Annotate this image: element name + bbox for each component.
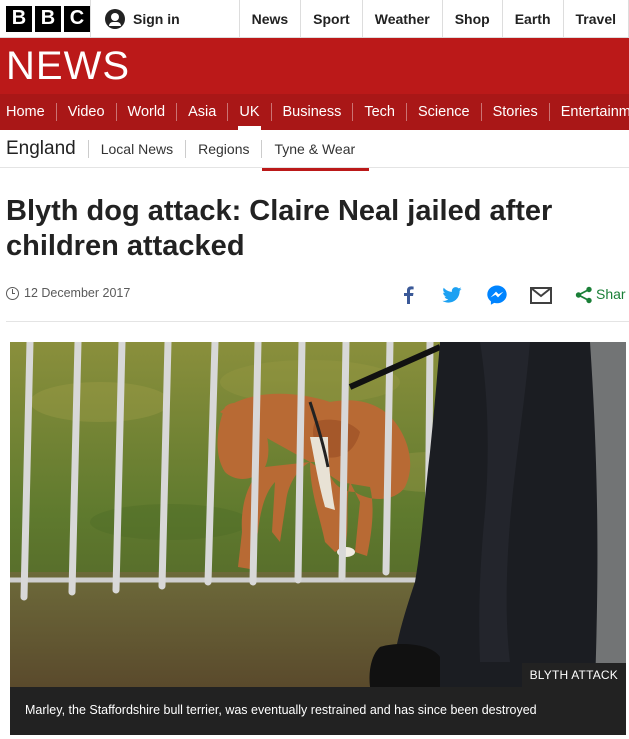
section-nav-science[interactable]: Science — [407, 103, 482, 121]
bbc-logo-letter: C — [64, 5, 90, 32]
share-icon[interactable] — [572, 283, 596, 307]
top-nav-weather[interactable]: Weather — [363, 0, 443, 37]
bbc-logo-letter: B — [35, 5, 61, 32]
email-icon[interactable] — [529, 283, 553, 307]
section-nav-asia[interactable]: Asia — [177, 103, 229, 121]
article-date: 12 December 2017 — [6, 286, 130, 300]
user-icon — [105, 8, 125, 29]
top-nav: News Sport Weather Shop Earth Travel — [240, 0, 629, 37]
section-nav-entertainment[interactable]: Entertainm — [550, 103, 629, 121]
twitter-icon[interactable] — [440, 283, 464, 307]
section-nav-uk[interactable]: UK — [228, 103, 272, 130]
sub-nav-local-news[interactable]: Local News — [87, 139, 185, 158]
messenger-icon[interactable] — [485, 283, 509, 307]
divider — [6, 321, 629, 322]
top-nav-news[interactable]: News — [240, 0, 302, 37]
share-tools: Shar — [396, 283, 629, 307]
clock-icon — [6, 286, 19, 300]
share-label[interactable]: Shar — [596, 286, 626, 302]
image-tag: BLYTH ATTACK — [521, 663, 626, 687]
section-nav-tech[interactable]: Tech — [353, 103, 407, 121]
sub-nav: England Local News Regions Tyne & Wear — [0, 130, 629, 171]
bbc-logo[interactable]: B B C — [0, 0, 91, 37]
signin-label: Sign in — [133, 10, 180, 27]
bbc-logo-letter: B — [6, 5, 32, 32]
date-text: 12 December 2017 — [24, 286, 131, 300]
sub-nav-tyne-and-wear[interactable]: Tyne & Wear — [261, 139, 369, 171]
top-nav-earth[interactable]: Earth — [503, 0, 564, 37]
sub-nav-regions[interactable]: Regions — [185, 139, 261, 158]
facebook-icon[interactable] — [396, 283, 420, 307]
news-logo[interactable]: NEWS — [6, 46, 130, 86]
section-nav-business[interactable]: Business — [272, 103, 354, 121]
signin-link[interactable]: Sign in — [91, 0, 240, 37]
region-title[interactable]: England — [0, 138, 88, 160]
top-nav-travel[interactable]: Travel — [564, 0, 629, 37]
news-banner: NEWS — [0, 38, 629, 94]
article-image: BLYTH ATTACK — [10, 342, 626, 687]
section-nav-stories[interactable]: Stories — [482, 103, 550, 121]
article-headline: Blyth dog attack: Claire Neal jailed aft… — [6, 195, 553, 262]
top-nav-sport[interactable]: Sport — [301, 0, 363, 37]
dog-behind-fence-image — [10, 342, 626, 687]
image-caption: Marley, the Staffordshire bull terrier, … — [10, 687, 626, 735]
section-nav-video[interactable]: Video — [57, 103, 117, 121]
section-nav-world[interactable]: World — [117, 103, 178, 121]
top-nav-shop[interactable]: Shop — [443, 0, 503, 37]
section-nav: Home Video World Asia UK Business Tech S… — [0, 94, 629, 130]
section-nav-home[interactable]: Home — [0, 103, 57, 121]
bbc-masthead: B B C Sign in News Sport Weather Shop Ea… — [0, 0, 629, 38]
